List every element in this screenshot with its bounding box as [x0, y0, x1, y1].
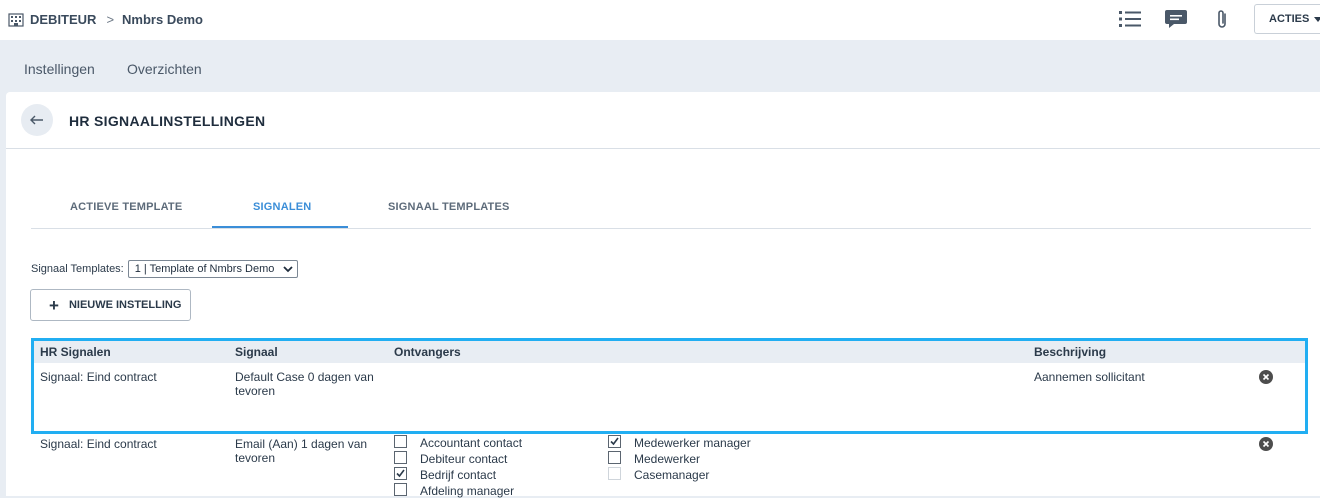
checkmark-icon [396, 469, 405, 478]
row-hr-signal: Signaal: Eind contract [40, 370, 157, 384]
subnav-item-instellingen[interactable]: Instellingen [24, 61, 95, 77]
new-setting-label: NIEUWE INSTELLING [68, 299, 182, 311]
subnav-item-overzichten[interactable]: Overzichten [127, 61, 202, 77]
template-select-label: Signaal Templates: [31, 263, 124, 275]
recipient-label: Medewerker manager [634, 436, 751, 450]
row-signaal-line2: tevoren [235, 451, 276, 465]
divider [6, 148, 1320, 149]
arrow-left-icon [30, 115, 43, 125]
recipient-label: Bedrijf contact [420, 468, 497, 482]
row-hr-signal: Signaal: Eind contract [40, 437, 157, 451]
acties-button[interactable]: ACTIES [1254, 4, 1320, 34]
chevron-down-icon [283, 266, 293, 273]
column-header-hr-signalen: HR Signalen [40, 345, 111, 359]
row-signaal-line2: tevoren [235, 384, 276, 398]
column-header-ontvangers: Ontvangers [394, 345, 461, 359]
building-icon [8, 13, 24, 27]
sub-navigation: Instellingen Overzichten [0, 40, 1320, 92]
row-signaal-line1: Default Case 0 dagen van [235, 370, 374, 384]
recipient-checkbox-debiteur-contact[interactable] [394, 451, 407, 464]
breadcrumb-separator: > [106, 11, 115, 27]
page-title: HR SIGNAALINSTELLINGEN [69, 113, 266, 129]
template-select-value: 1 | Template of Nmbrs Demo [134, 263, 275, 275]
acties-label: ACTIES [1269, 13, 1310, 25]
recipient-checkbox-bedrijf-contact[interactable] [394, 467, 407, 480]
table-header: HR Signalen Signaal Ontvangers Beschrijv… [32, 341, 1308, 363]
tab-signaal-templates[interactable]: SIGNAAL TEMPLATES [388, 201, 510, 213]
recipient-checkbox-afdeling-manager[interactable] [394, 483, 407, 496]
row-beschrijving: Aannemen sollicitant [1034, 370, 1145, 384]
recipient-checkbox-medewerker[interactable] [608, 451, 621, 464]
tab-actieve-template[interactable]: ACTIEVE TEMPLATE [70, 201, 182, 213]
breadcrumb-current[interactable]: Nmbrs Demo [122, 12, 203, 27]
recipient-checkbox-medewerker-manager[interactable] [608, 435, 621, 448]
back-button[interactable] [21, 104, 53, 136]
tab-signalen[interactable]: SIGNALEN [253, 201, 311, 213]
column-header-signaal: Signaal [235, 345, 278, 359]
list-icon[interactable] [1116, 5, 1144, 33]
template-select[interactable]: 1 | Template of Nmbrs Demo [127, 260, 298, 278]
template-select-row: Signaal Templates: 1 | Template of Nmbrs… [31, 260, 298, 278]
column-header-beschrijving: Beschrijving [1034, 345, 1107, 359]
breadcrumb-section[interactable]: DEBITEUR [30, 12, 96, 27]
recipient-checkbox-casemanager [608, 467, 621, 480]
row-signaal-line1: Email (Aan) 1 dagen van [235, 437, 368, 451]
tab-bar: ACTIEVE TEMPLATE SIGNALEN SIGNAAL TEMPLA… [31, 188, 1311, 229]
recipient-label: Debiteur contact [420, 452, 508, 466]
breadcrumb: DEBITEUR > Nmbrs Demo [8, 11, 203, 27]
close-icon [1262, 373, 1270, 381]
paperclip-icon[interactable] [1208, 5, 1236, 33]
caret-down-icon [1314, 17, 1320, 22]
delete-row-button[interactable] [1259, 370, 1273, 384]
recipient-checkbox-accountant-contact[interactable] [394, 435, 407, 448]
top-bar: DEBITEUR > Nmbrs Demo ACTIES [0, 0, 1320, 40]
recipient-label: Accountant contact [420, 436, 523, 450]
checkmark-icon [610, 437, 619, 446]
active-tab-indicator [212, 226, 348, 228]
chat-icon[interactable] [1162, 5, 1190, 33]
plus-icon: + [49, 295, 59, 315]
content-card: HR SIGNAALINSTELLINGEN ACTIEVE TEMPLATE … [6, 92, 1320, 498]
recipient-label: Casemanager [634, 468, 710, 482]
recipient-label: Medewerker [634, 452, 701, 466]
new-setting-button[interactable]: + NIEUWE INSTELLING [30, 289, 191, 321]
delete-row-button[interactable] [1259, 437, 1273, 451]
close-icon [1262, 440, 1270, 448]
